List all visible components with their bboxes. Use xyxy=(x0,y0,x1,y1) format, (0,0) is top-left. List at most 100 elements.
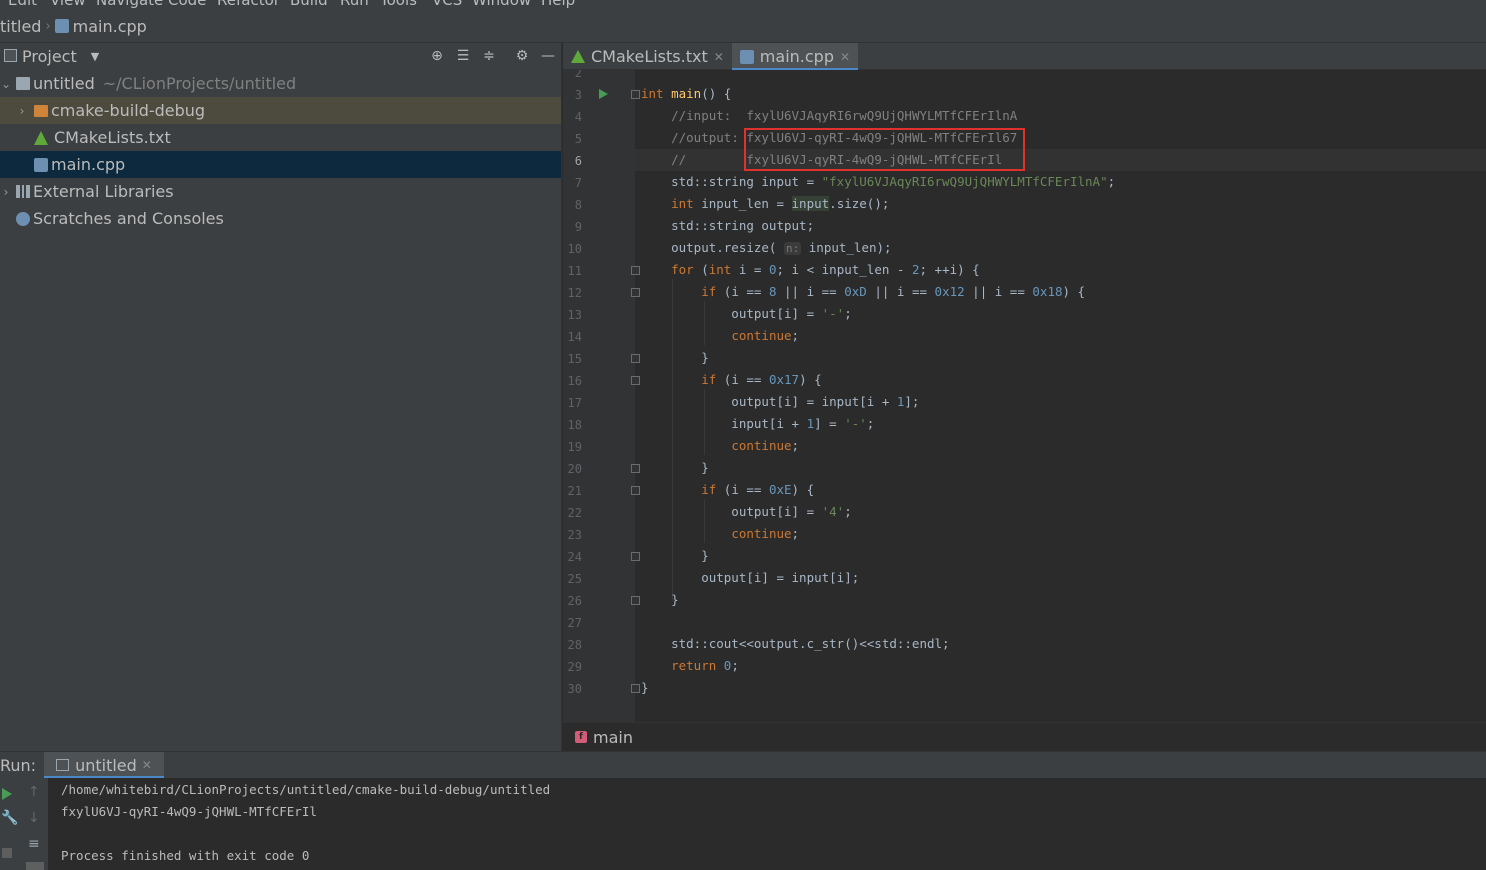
wrench-icon[interactable]: 🔧 xyxy=(1,810,18,826)
menu-refactor[interactable]: Refactor xyxy=(217,0,280,9)
run-toolbar: ↑ 🔧 ↓ ≡ xyxy=(0,778,48,870)
tree-item-external-libraries[interactable]: › External Libraries xyxy=(0,178,561,205)
fold-marker[interactable] xyxy=(631,288,640,297)
tree-item-main-cpp[interactable]: main.cpp xyxy=(0,151,561,178)
breadcrumb-file[interactable]: main.cpp xyxy=(73,17,147,36)
annotation-red-box xyxy=(744,128,1025,171)
line-number: 10 xyxy=(567,242,582,256)
code-line: return 0; xyxy=(671,658,739,673)
line-number: 19 xyxy=(567,440,582,454)
line-number: 23 xyxy=(567,528,582,542)
chevron-right-icon[interactable]: › xyxy=(0,185,12,199)
line-number: 14 xyxy=(567,330,582,344)
comment-input-value: fxylU6VJAqyRI6rwQ9UjQHWYLMTfCFErIlnA xyxy=(746,108,1018,123)
project-panel-title[interactable]: Project xyxy=(22,47,77,66)
soft-wrap-icon[interactable]: ≡ xyxy=(28,836,40,852)
arrow-down-icon[interactable]: ↓ xyxy=(28,810,40,826)
fold-marker[interactable] xyxy=(631,684,640,693)
menu-help[interactable]: Help xyxy=(541,0,575,9)
collapse-all-icon[interactable]: ≑ xyxy=(480,47,498,65)
expand-all-icon[interactable]: ☰ xyxy=(454,47,472,65)
line-number: 7 xyxy=(574,176,582,190)
locate-icon[interactable]: ⊕ xyxy=(428,47,446,65)
line-number: 24 xyxy=(567,550,582,564)
rerun-icon[interactable] xyxy=(2,788,12,800)
tree-item-label: CMakeLists.txt xyxy=(54,128,171,147)
tab-main-cpp[interactable]: main.cpp ✕ xyxy=(731,43,859,71)
fold-marker[interactable] xyxy=(631,354,640,363)
stop-icon[interactable] xyxy=(2,848,12,858)
scroll-to-end-icon[interactable] xyxy=(26,862,44,870)
code-line: std::string input = "fxylU6VJAqyRI6rwQ9U… xyxy=(641,174,1116,189)
menu-tools[interactable]: Tools xyxy=(380,0,417,9)
tree-item-root[interactable]: ⌄ untitled ~/CLionProjects/untitled xyxy=(0,70,561,97)
line-number: 25 xyxy=(567,572,582,586)
run-tab-untitled[interactable]: untitled ✕ xyxy=(44,751,164,779)
code-line: output[i] = '-'; xyxy=(641,306,852,321)
code-line: if (i == 0xE) { xyxy=(701,482,815,497)
folder-icon xyxy=(34,104,48,117)
code-line: } xyxy=(641,680,649,695)
run-console-output[interactable]: /home/whitebird/CLionProjects/untitled/c… xyxy=(48,778,1486,870)
chevron-down-icon[interactable]: ⌄ xyxy=(0,77,12,91)
tab-cmakelists[interactable]: CMakeLists.txt ✕ xyxy=(563,43,732,70)
fold-marker[interactable] xyxy=(631,486,640,495)
code-line: if (i == 8 || i == 0xD || i == 0x12 || i… xyxy=(701,284,1086,299)
string-literal: "fxylU6VJAqyRI6rwQ9UjQHWYLMTfCFErIlnA" xyxy=(821,174,1108,189)
run-gutter-icon[interactable] xyxy=(599,89,608,99)
tree-item-label: cmake-build-debug xyxy=(51,101,206,120)
line-number: 30 xyxy=(567,682,582,696)
breadcrumb-project[interactable]: titled xyxy=(0,17,41,36)
tree-item-label: Scratches and Consoles xyxy=(33,209,224,228)
menu-edit[interactable]: Edit xyxy=(8,0,37,9)
cpp-file-icon xyxy=(739,49,754,64)
menu-navigate[interactable]: Navigate xyxy=(96,0,163,9)
fold-marker[interactable] xyxy=(631,596,640,605)
tree-item-build-dir[interactable]: › cmake-build-debug xyxy=(0,97,561,124)
menu-code[interactable]: Code xyxy=(168,0,206,9)
library-icon xyxy=(16,185,30,198)
fold-marker[interactable] xyxy=(631,90,640,99)
editor-breadcrumb-function[interactable]: main xyxy=(593,728,633,747)
fold-marker[interactable] xyxy=(631,266,640,275)
code-line: if (i == 0x17) { xyxy=(701,372,822,387)
tree-item-path: ~/CLionProjects/untitled xyxy=(102,74,297,93)
menu-vcs[interactable]: VCS xyxy=(432,0,462,9)
editor-breadcrumb: f main xyxy=(563,722,1486,751)
chevron-right-icon: › xyxy=(45,18,51,34)
tree-item-scratches[interactable]: Scratches and Consoles xyxy=(0,205,561,232)
close-icon[interactable]: ✕ xyxy=(142,758,152,772)
minimize-icon[interactable]: — xyxy=(539,47,557,65)
project-panel-header: Project ▼ ⊕ ☰ ≑ ⚙ — xyxy=(0,43,561,70)
line-number: 27 xyxy=(567,616,582,630)
chevron-right-icon[interactable]: › xyxy=(16,104,28,118)
fold-marker[interactable] xyxy=(631,552,640,561)
close-icon[interactable]: ✕ xyxy=(714,50,724,64)
chevron-down-icon[interactable]: ▼ xyxy=(91,50,99,63)
console-icon xyxy=(56,759,70,771)
console-line: fxylU6VJ-qyRI-4wQ9-jQHWL-MTfCFErIl xyxy=(61,804,317,819)
tab-label: CMakeLists.txt xyxy=(591,47,708,66)
code-line: int main() { xyxy=(641,86,732,101)
menu-build[interactable]: Build xyxy=(290,0,328,9)
line-number: 9 xyxy=(574,220,582,234)
console-line: Process finished with exit code 0 xyxy=(61,848,310,863)
close-icon[interactable]: ✕ xyxy=(840,50,850,64)
code-line: continue; xyxy=(731,438,800,453)
code-line: continue; xyxy=(731,526,800,541)
arrow-up-icon[interactable]: ↑ xyxy=(28,784,40,800)
code-line: } xyxy=(641,592,679,607)
run-panel-label: Run: xyxy=(0,755,37,775)
project-panel-icon xyxy=(4,49,17,62)
gear-icon[interactable]: ⚙ xyxy=(513,47,531,65)
menu-window[interactable]: Window xyxy=(472,0,531,9)
menu-view[interactable]: View xyxy=(50,0,86,9)
tree-item-cmakelists[interactable]: CMakeLists.txt xyxy=(0,124,561,151)
code-editor[interactable]: 2 3 4 5 6 7 8 9 10 11 12 13 14 15 16 17 … xyxy=(563,70,1486,722)
menu-run[interactable]: Run xyxy=(340,0,369,9)
line-number: 5 xyxy=(574,132,582,146)
fold-marker[interactable] xyxy=(631,464,640,473)
tree-item-label: External Libraries xyxy=(33,182,174,201)
fold-marker[interactable] xyxy=(631,376,640,385)
cpp-file-icon xyxy=(34,157,48,172)
